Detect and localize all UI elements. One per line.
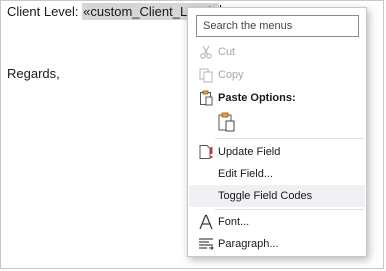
menu-item-toggle-field-codes[interactable]: Toggle Field Codes: [189, 185, 365, 207]
toggle-field-codes-label: Toggle Field Codes: [218, 190, 313, 202]
menu-separator: [215, 209, 364, 210]
search-menus-input[interactable]: Search the menus: [196, 15, 359, 37]
copy-label: Copy: [218, 69, 244, 81]
paragraph-label: Paragraph...: [218, 238, 279, 250]
edit-field-label: Edit Field...: [218, 168, 274, 180]
context-menu: Search the menus Cut Copy Paste Options:…: [187, 7, 367, 257]
menu-item-paragraph[interactable]: Paragraph...: [189, 233, 365, 255]
font-label: Font...: [218, 216, 250, 228]
menu-item-update-field[interactable]: Update Field: [189, 141, 365, 163]
paste-options-label: Paste Options:: [218, 92, 296, 104]
scissors-icon: [200, 45, 212, 59]
document-window: Client Level: «custom_Client_Level» Rega…: [0, 0, 384, 269]
copy-icon: [199, 68, 213, 83]
update-field-label: Update Field: [218, 146, 281, 158]
menu-item-font[interactable]: Font...: [189, 211, 365, 233]
menu-item-paste-options: Paste Options:: [189, 87, 365, 109]
menu-item-copy[interactable]: Copy: [189, 64, 365, 86]
menu-separator: [215, 138, 364, 139]
client-level-label: Client Level:: [7, 4, 83, 19]
font-icon: [199, 214, 213, 230]
cut-label: Cut: [218, 46, 236, 58]
menu-item-cut[interactable]: Cut: [189, 41, 365, 63]
paste-keep-text-only-icon[interactable]: [216, 111, 238, 133]
regards-line: Regards,: [7, 66, 60, 81]
update-field-icon: [199, 145, 213, 159]
paragraph-icon: [199, 238, 214, 250]
clipboard-icon: [200, 90, 213, 106]
menu-item-edit-field[interactable]: Edit Field...: [189, 163, 365, 185]
